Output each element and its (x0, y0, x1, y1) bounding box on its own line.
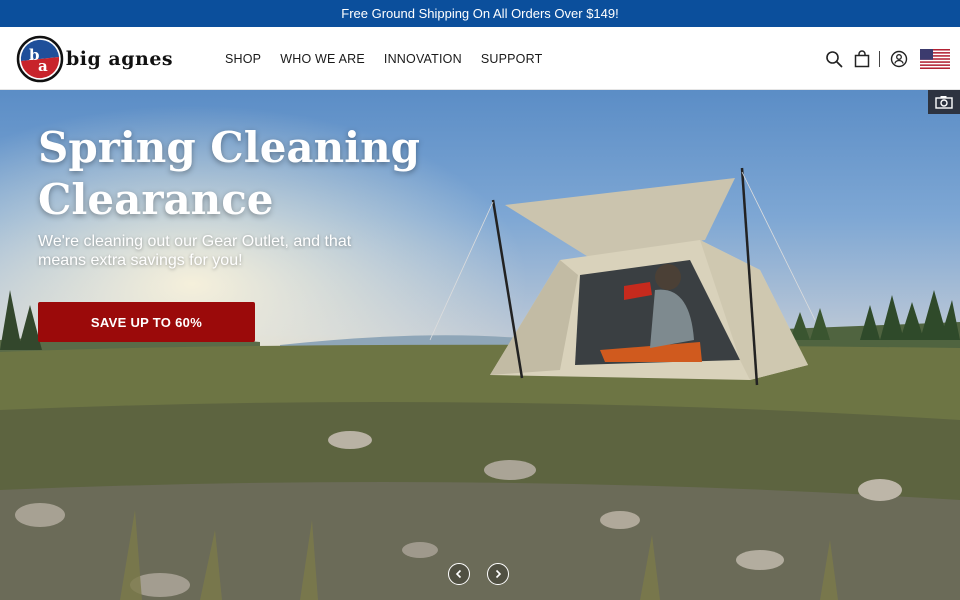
nav-item-innovation[interactable]: INNOVATION (384, 52, 462, 66)
brand-logo[interactable]: b a big agnes (16, 35, 206, 83)
logo-mark-icon: b a (16, 35, 64, 83)
carousel-next-button[interactable] (487, 563, 509, 585)
carousel-prev-button[interactable] (448, 563, 470, 585)
account-icon[interactable] (890, 50, 908, 68)
promo-text: Free Ground Shipping On All Orders Over … (341, 6, 619, 21)
svg-text:a: a (38, 57, 48, 75)
chevron-left-icon (455, 569, 462, 579)
hero-title: Spring Cleaning Clearance (38, 123, 421, 224)
cart-icon[interactable] (853, 49, 871, 68)
us-flag-icon[interactable] (920, 48, 950, 69)
photo-credit-button[interactable] (928, 90, 960, 114)
nav-item-who-we-are[interactable]: WHO WE ARE (280, 52, 365, 66)
camera-icon (935, 96, 953, 109)
chevron-right-icon (495, 569, 502, 579)
carousel-controls (448, 563, 526, 585)
promo-bar: Free Ground Shipping On All Orders Over … (0, 0, 960, 27)
search-icon[interactable] (825, 50, 843, 68)
site-header: b a big agnes SHOP WHO WE ARE INNOVATION… (0, 27, 960, 90)
main-nav: SHOP WHO WE ARE INNOVATION SUPPORT (225, 27, 561, 90)
header-divider (879, 50, 880, 67)
save-up-to-60-button[interactable]: SAVE UP TO 60% (38, 302, 255, 342)
nav-item-shop[interactable]: SHOP (225, 52, 261, 66)
header-utilities (815, 27, 950, 90)
brand-name: big agnes (66, 48, 174, 70)
hero-subtitle: We're cleaning out our Gear Outlet, and … (38, 233, 352, 269)
nav-item-support[interactable]: SUPPORT (481, 52, 543, 66)
hero-banner: Spring Cleaning Clearance We're cleaning… (0, 90, 960, 600)
